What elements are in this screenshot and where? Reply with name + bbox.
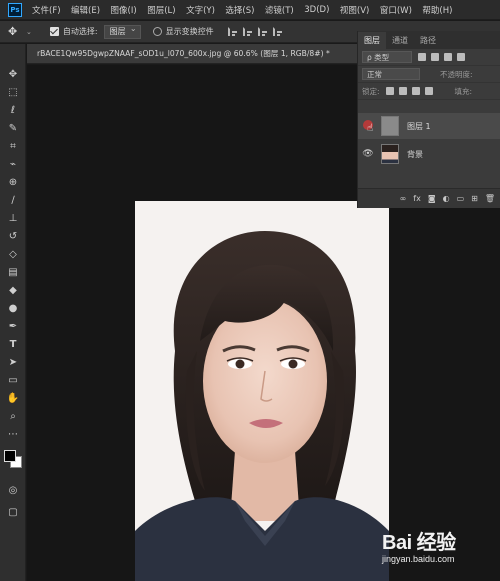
align-buttons bbox=[227, 27, 282, 36]
auto-select-label: 自动选择: bbox=[62, 27, 98, 36]
menu-type[interactable]: 文字(Y) bbox=[186, 4, 215, 16]
filter-adjust-icon[interactable] bbox=[431, 53, 439, 61]
more-tools-icon[interactable]: ⋯ bbox=[6, 428, 20, 442]
cursor-hand-icon: ☝ bbox=[367, 123, 374, 134]
layers-panel: 图层 通道 路径 ρ 类型 正常 不透明度: 锁定: 填充: 图层 1 ☝ 👁 … bbox=[357, 31, 500, 208]
align-right-icon[interactable] bbox=[257, 27, 267, 36]
menu-help[interactable]: 帮助(H) bbox=[422, 4, 452, 16]
layer1-thumbnail bbox=[381, 116, 399, 136]
menu-image[interactable]: 图像(I) bbox=[111, 4, 137, 16]
marquee-icon[interactable]: ⬚ bbox=[6, 86, 20, 100]
fx-icon[interactable]: fx bbox=[413, 194, 421, 203]
menu-edit[interactable]: 编辑(E) bbox=[71, 4, 100, 16]
tab-layers[interactable]: 图层 bbox=[358, 32, 386, 49]
lock-transparent-icon[interactable] bbox=[385, 87, 394, 95]
history-brush-icon[interactable]: ↺ bbox=[6, 230, 20, 244]
screen-mode-icon[interactable]: ▢ bbox=[6, 506, 20, 520]
show-transform-checkbox[interactable] bbox=[152, 27, 162, 36]
portrait-photo bbox=[135, 201, 389, 581]
zoom-icon[interactable]: ⌕ bbox=[6, 410, 20, 424]
tab-channels[interactable]: 通道 bbox=[386, 32, 414, 49]
lock-icons bbox=[385, 87, 433, 95]
lock-image-icon[interactable] bbox=[398, 87, 407, 95]
panel-tabs: 图层 通道 路径 bbox=[358, 31, 500, 49]
quick-mask-icon[interactable]: ◎ bbox=[6, 484, 20, 498]
dodge-icon[interactable]: ● bbox=[6, 302, 20, 316]
path-select-icon[interactable]: ➤ bbox=[6, 356, 20, 370]
lock-all-icon[interactable] bbox=[424, 87, 433, 95]
brush-icon[interactable]: ∕ bbox=[6, 194, 20, 208]
filter-shape-icon[interactable] bbox=[457, 53, 465, 61]
menu-select[interactable]: 选择(S) bbox=[225, 4, 254, 16]
menu-3d[interactable]: 3D(D) bbox=[304, 5, 329, 15]
filter-pixel-icon[interactable] bbox=[418, 53, 426, 61]
foreground-swatch-front bbox=[4, 450, 16, 462]
align-center-icon[interactable] bbox=[242, 27, 252, 36]
auto-select-checkbox[interactable] bbox=[49, 27, 59, 36]
align-top-icon[interactable] bbox=[272, 27, 282, 36]
type-icon[interactable]: T bbox=[6, 338, 20, 352]
menu-layer[interactable]: 图层(L) bbox=[147, 4, 175, 16]
layer-row-layer1[interactable]: 图层 1 ☝ bbox=[358, 113, 500, 139]
menu-file[interactable]: 文件(F) bbox=[32, 4, 61, 16]
filter-type-icon[interactable] bbox=[444, 53, 452, 61]
adjustment-icon[interactable]: ◐ bbox=[443, 194, 450, 203]
menu-filter[interactable]: 滤镜(T) bbox=[265, 4, 294, 16]
lasso-icon[interactable]: ℓ bbox=[6, 104, 20, 118]
lock-position-icon[interactable] bbox=[411, 87, 420, 95]
delete-icon[interactable]: 🗑 bbox=[485, 194, 495, 203]
clone-stamp-icon[interactable]: ⊥ bbox=[6, 212, 20, 226]
pen-icon[interactable]: ✒ bbox=[6, 320, 20, 334]
portrait-image bbox=[135, 201, 389, 581]
tab-paths[interactable]: 路径 bbox=[414, 32, 442, 49]
align-left-icon[interactable] bbox=[227, 27, 237, 36]
tools-panel: ✥ ⬚ ℓ ✎ ⌗ ⌁ ⊕ ∕ ⊥ ↺ ◇ ▤ ◆ ● ✒ T ➤ ▭ ✋ ⌕ … bbox=[0, 44, 26, 581]
menu-bar: Ps 文件(F) 编辑(E) 图像(I) 图层(L) 文字(Y) 选择(S) 滤… bbox=[0, 0, 500, 20]
blur-icon[interactable]: ◆ bbox=[6, 284, 20, 298]
opacity-label: 不透明度: bbox=[440, 69, 473, 79]
lock-row: 锁定: 填充: bbox=[358, 83, 500, 100]
watermark-brand: Bai 经验 bbox=[382, 532, 456, 554]
auto-select-dropdown[interactable]: 图层 bbox=[103, 24, 141, 39]
filter-icons bbox=[418, 53, 465, 61]
lock-label: 锁定: bbox=[362, 86, 380, 96]
group-icon[interactable]: ▭ bbox=[457, 194, 465, 203]
crop-icon[interactable]: ⌗ bbox=[6, 140, 20, 154]
new-layer-icon[interactable]: ⊞ bbox=[471, 194, 478, 203]
layer-name: 背景 bbox=[407, 149, 423, 159]
menu-window[interactable]: 窗口(W) bbox=[380, 4, 412, 16]
baidu-watermark: Bai 经验 jingyan.baidu.com bbox=[380, 524, 500, 574]
healing-brush-icon[interactable]: ⊕ bbox=[6, 176, 20, 190]
hand-icon[interactable]: ✋ bbox=[6, 392, 20, 406]
mask-icon[interactable]: ◙ bbox=[428, 194, 436, 203]
gradient-icon[interactable]: ▤ bbox=[6, 266, 20, 280]
layer-filter-row: ρ 类型 bbox=[358, 49, 500, 66]
rectangle-icon[interactable]: ▭ bbox=[6, 374, 20, 388]
fill-label: 填充: bbox=[454, 86, 473, 96]
move-icon[interactable]: ✥ bbox=[6, 68, 20, 82]
layer-filter-select[interactable]: ρ 类型 bbox=[362, 51, 412, 63]
quick-select-icon[interactable]: ✎ bbox=[6, 122, 20, 136]
layer-row-background[interactable]: 👁 背景 bbox=[358, 141, 500, 167]
layers-footer: ∞ fx ◙ ◐ ▭ ⊞ 🗑 bbox=[358, 188, 500, 208]
background-thumbnail bbox=[381, 144, 399, 164]
layer-name: 图层 1 bbox=[407, 121, 431, 131]
photoshop-logo-icon[interactable]: Ps bbox=[8, 2, 22, 17]
watermark-url: jingyan.baidu.com bbox=[382, 554, 455, 564]
eyedropper-icon[interactable]: ⌁ bbox=[6, 158, 20, 172]
eraser-icon[interactable]: ◇ bbox=[6, 248, 20, 262]
document-tab[interactable]: rBACE1Qw95DgwpZNAAF_sOD1u_l070_600x.jpg … bbox=[27, 44, 357, 64]
menu-view[interactable]: 视图(V) bbox=[340, 4, 369, 16]
blend-mode-select[interactable]: 正常 bbox=[362, 68, 420, 80]
link-icon[interactable]: ∞ bbox=[400, 194, 407, 203]
visibility-eye-icon[interactable]: 👁 bbox=[361, 149, 375, 159]
show-transform-label: 显示变换控件 bbox=[165, 27, 214, 36]
tool-preset-chevron-icon[interactable]: ⌄ bbox=[26, 28, 32, 36]
move-tool-icon[interactable]: ✥ bbox=[8, 25, 26, 38]
blend-row: 正常 不透明度: bbox=[358, 66, 500, 83]
